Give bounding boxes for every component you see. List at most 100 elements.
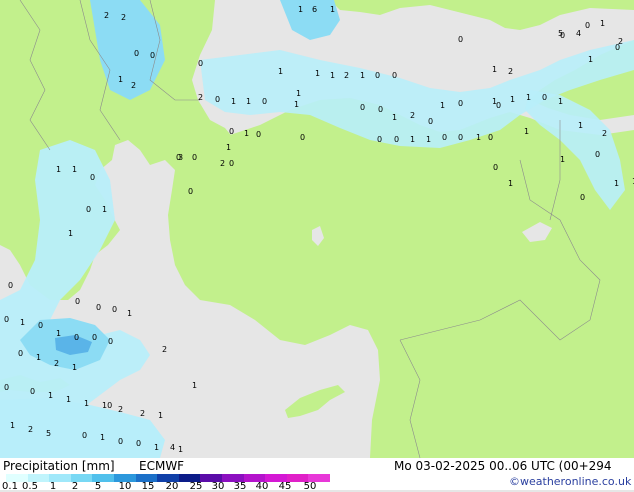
precip-value: 1 <box>298 5 303 14</box>
precip-value: 3 <box>178 153 183 162</box>
precip-value: 2 <box>344 71 349 80</box>
precip-value: 1 <box>315 69 320 78</box>
precip-value: 0 <box>215 95 220 104</box>
precip-value: 2 <box>118 405 123 414</box>
precip-value: 1 <box>558 97 563 106</box>
precip-value: 1 <box>231 97 236 106</box>
precip-value: 0 <box>375 71 380 80</box>
precip-value: 1 <box>36 353 41 362</box>
precip-value: 4 <box>576 29 581 38</box>
legend-tick-label: 10 <box>118 481 132 492</box>
precip-value: 0 <box>496 101 501 110</box>
precip-value: 5 <box>558 29 563 38</box>
precip-value: 2 <box>28 425 33 434</box>
precip-value: 2 <box>131 81 136 90</box>
precip-value: 0 <box>229 159 234 168</box>
precip-value: 1 <box>600 19 605 28</box>
precip-value: 2 <box>140 409 145 418</box>
precip-value: 0 <box>96 303 101 312</box>
precip-value: 1 <box>154 443 159 452</box>
precip-value: 0 <box>442 133 447 142</box>
precip-value: 0 <box>595 150 600 159</box>
precip-value: 1 <box>296 89 301 98</box>
precip-value: 1 <box>102 205 107 214</box>
precipitation-map: 2 26 110 02101 1 1 2 1 0 02 0 1 1 0 1 0 0 1 0 1 1 1 010 0 1 1 0 0 10… <box>0 0 634 458</box>
precip-value: 0 <box>458 133 463 142</box>
precip-value: 2 <box>618 37 623 46</box>
precip-value: 0 <box>493 163 498 172</box>
precip-value: 1 <box>588 55 593 64</box>
precip-value: 0 <box>82 431 87 440</box>
precip-value: 2 <box>54 359 59 368</box>
precip-value: 1 <box>278 67 283 76</box>
legend-tick-label: 30 <box>211 481 225 492</box>
precip-value: 1 <box>510 95 515 104</box>
legend-tick-label: 1 <box>49 481 57 492</box>
precip-value: 1 <box>118 75 123 84</box>
legend-tick-label: 35 <box>233 481 247 492</box>
precip-value: 1 <box>84 399 89 408</box>
precip-value: 1 <box>66 395 71 404</box>
precip-value: 0 <box>585 21 590 30</box>
precip-value: 1 <box>246 97 251 106</box>
precip-value: 0 <box>74 333 79 342</box>
precip-value: 1 <box>72 363 77 372</box>
precip-value: 0 <box>136 439 141 448</box>
precip-value: 1 <box>410 135 415 144</box>
precip-value: 1 <box>392 113 397 122</box>
legend-tick-label: 40 <box>255 481 269 492</box>
precip-value: 1 <box>426 135 431 144</box>
legend-tick-label: 0.5 <box>22 481 38 492</box>
precip-value: 1 <box>508 179 513 188</box>
precip-value: 1 <box>360 71 365 80</box>
precip-value: 0 <box>458 99 463 108</box>
precip-value: 1 <box>476 133 481 142</box>
precip-value: 0 <box>256 130 261 139</box>
precip-value: 1 <box>226 143 231 152</box>
credit-text: ©weatheronline.co.uk <box>509 475 632 488</box>
precip-value: 1 <box>294 100 299 109</box>
precip-value: 0 <box>108 337 113 346</box>
precip-value: 1 <box>10 421 15 430</box>
precip-value: 0 <box>378 105 383 114</box>
precip-value: 6 <box>312 5 317 14</box>
precip-value: 1 <box>127 309 132 318</box>
precip-value: 0 <box>86 205 91 214</box>
precip-value: 0 <box>377 135 382 144</box>
precip-value: 0 <box>118 437 123 446</box>
precip-value: 0 <box>30 387 35 396</box>
precip-value: 4 <box>170 443 175 452</box>
precip-value: 1 <box>330 5 335 14</box>
precip-value: 0 <box>92 333 97 342</box>
precip-value: 1 <box>56 165 61 174</box>
precip-value: 2 <box>410 111 415 120</box>
precip-value: 0 <box>75 297 80 306</box>
precip-value: 2 <box>121 13 126 22</box>
precip-value: 5 <box>46 429 51 438</box>
precip-value: 0 <box>4 383 9 392</box>
precip-value: 0 <box>198 59 203 68</box>
precip-value: 1 <box>578 121 583 130</box>
precip-value: 2 <box>508 67 513 76</box>
precip-value: 1 <box>56 329 61 338</box>
precip-value: 1 <box>330 71 335 80</box>
precip-value: 1 <box>100 433 105 442</box>
precip-value: 0 <box>4 315 9 324</box>
precip-value: 1 <box>524 127 529 136</box>
legend-tick-label: 0.1 <box>2 481 18 492</box>
precip-value: 1 <box>48 391 53 400</box>
precip-value: 1 <box>440 101 445 110</box>
legend-tick-label: 45 <box>278 481 292 492</box>
precip-value: 0 <box>542 93 547 102</box>
precip-value: 1 <box>178 445 183 454</box>
precip-value: 1 <box>158 411 163 420</box>
legend-tick-label: 20 <box>165 481 179 492</box>
precip-value: 1 <box>526 93 531 102</box>
precip-value: 0 <box>580 193 585 202</box>
precip-value: 1 <box>68 229 73 238</box>
precip-value: 0 <box>360 103 365 112</box>
precip-value: 2 <box>198 93 203 102</box>
precip-value: 0 <box>458 35 463 44</box>
precip-value: 0 <box>38 321 43 330</box>
precip-value: 1 <box>20 318 25 327</box>
